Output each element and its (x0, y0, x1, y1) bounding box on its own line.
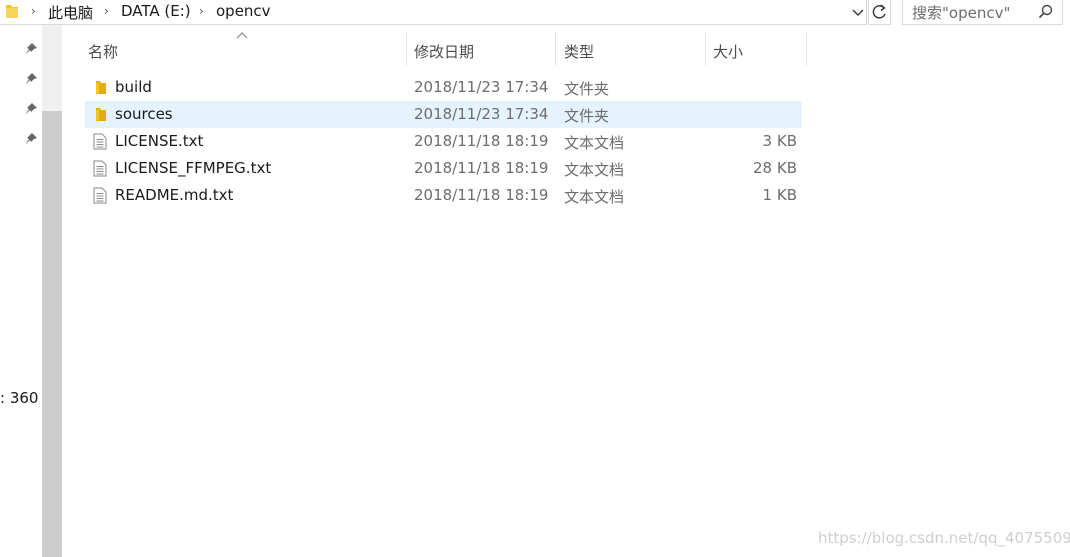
search-icon[interactable] (1037, 3, 1055, 21)
file-type: 文本文档 (564, 134, 625, 152)
pin-icon[interactable] (24, 102, 38, 116)
file-size: 28 KB (753, 159, 797, 177)
file-name: LICENSE_FFMPEG.txt (115, 159, 272, 177)
file-date: 2018/11/18 18:19 (414, 159, 549, 177)
file-type: 文件夹 (564, 80, 610, 98)
folder-icon (96, 108, 106, 122)
file-date: 2018/11/18 18:19 (414, 132, 549, 150)
file-row[interactable]: build 2018/11/23 17:34 文件夹 (85, 74, 802, 101)
text-file-icon (93, 187, 107, 204)
column-header-label: 大小 (713, 43, 744, 61)
navigation-pane[interactable] (0, 25, 42, 557)
file-type: 文本文档 (564, 161, 625, 179)
folder-icon (96, 81, 106, 95)
refresh-button[interactable] (868, 0, 891, 25)
search-input[interactable]: 搜索"opencv" (902, 0, 1063, 25)
file-date: 2018/11/23 17:34 (414, 78, 549, 96)
column-header-size[interactable]: 大小 (706, 32, 807, 66)
text-file-icon (93, 133, 107, 150)
pin-icon[interactable] (24, 42, 38, 56)
file-size: 3 KB (762, 132, 797, 150)
file-name: sources (115, 105, 173, 123)
address-bar[interactable]: › 此电脑 › DATA (E:) › opencv (0, 0, 867, 25)
nav-scrollbar-thumb[interactable] (42, 111, 62, 557)
column-header-label: 类型 (564, 43, 595, 61)
file-row[interactable]: LICENSE.txt 2018/11/18 18:19 文本文档 3 KB (85, 128, 802, 155)
sort-ascending-icon (236, 32, 248, 39)
text-file-icon (93, 160, 107, 177)
column-header-label: 名称 (88, 43, 119, 61)
chevron-right-icon[interactable]: › (31, 4, 36, 18)
file-row[interactable]: LICENSE_FFMPEG.txt 2018/11/18 18:19 文本文档 28… (85, 155, 802, 182)
file-size: 1 KB (762, 186, 797, 204)
file-type: 文件夹 (564, 107, 610, 125)
chevron-right-icon[interactable]: › (104, 4, 109, 18)
file-row[interactable]: README.md.txt 2018/11/18 18:19 文本文档 1 KB (85, 182, 802, 209)
file-name: LICENSE.txt (115, 132, 204, 150)
chevron-down-icon[interactable] (850, 2, 866, 22)
file-name: README.md.txt (115, 186, 234, 204)
column-header-type[interactable]: 类型 (556, 32, 706, 66)
search-placeholder: 搜索"opencv" (912, 4, 1011, 22)
file-type: 文本文档 (564, 188, 625, 206)
file-date: 2018/11/18 18:19 (414, 186, 549, 204)
chevron-right-icon[interactable]: › (199, 4, 204, 18)
nav-item-label[interactable]: : 360 (0, 389, 38, 407)
watermark: https://blog.csdn.net/qq_40755094 (818, 529, 1070, 547)
column-header-date[interactable]: 修改日期 (407, 32, 556, 66)
file-row[interactable]: sources 2018/11/23 17:34 文件夹 (85, 101, 802, 128)
file-date: 2018/11/23 17:34 (414, 105, 549, 123)
breadcrumb-opencv[interactable]: opencv (216, 2, 271, 20)
pin-icon[interactable] (24, 132, 38, 146)
column-header-label: 修改日期 (414, 43, 475, 61)
file-name: build (115, 78, 152, 96)
breadcrumb-data-drive[interactable]: DATA (E:) (121, 2, 191, 20)
breadcrumb-this-pc[interactable]: 此电脑 (48, 2, 93, 23)
refresh-icon (872, 4, 886, 19)
pin-icon[interactable] (24, 72, 38, 86)
folder-icon (6, 5, 18, 18)
